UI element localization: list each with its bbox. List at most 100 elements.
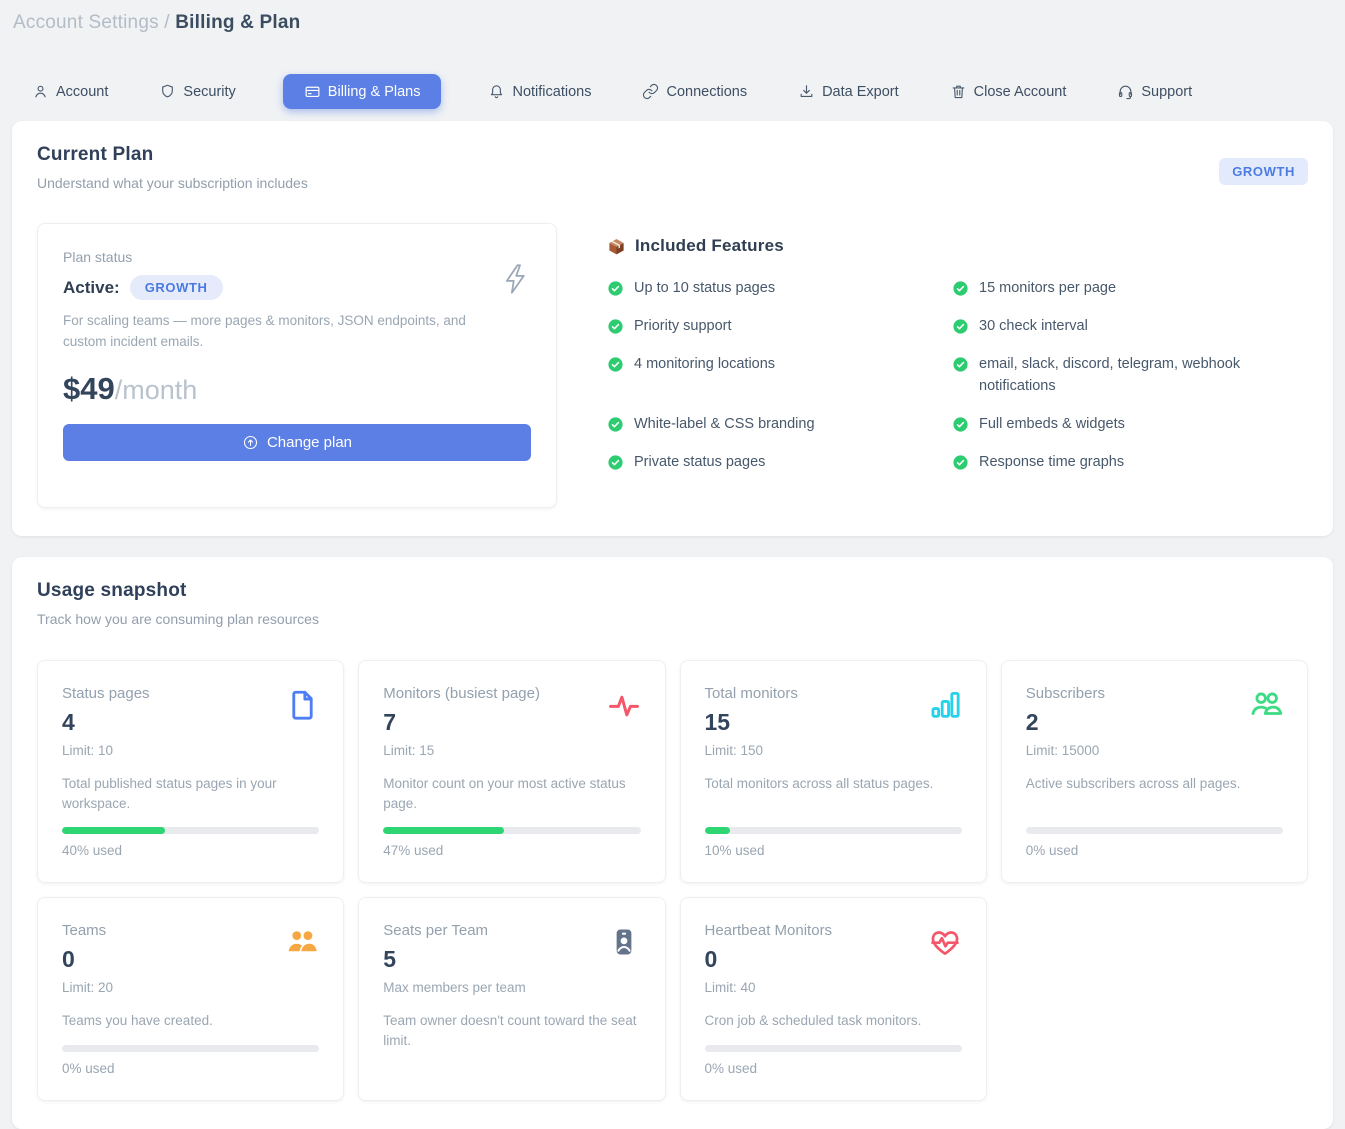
feature-item: Response time graphs: [952, 451, 1252, 473]
usage-card-title: Teams: [62, 922, 113, 939]
usage-percent-label: 0% used: [705, 1061, 962, 1076]
check-icon: [607, 454, 624, 471]
plan-price: $49/month: [63, 371, 531, 407]
usage-card-total-monitors: Total monitors 15 Limit: 150 Total monit…: [680, 660, 987, 883]
current-plan-subtitle: Understand what your subscription includ…: [37, 175, 308, 191]
link-icon: [642, 83, 659, 100]
usage-card-description: Active subscribers across all pages.: [1026, 774, 1283, 794]
usage-percent-label: 10% used: [705, 843, 962, 858]
tab-notifications[interactable]: Notifications: [488, 83, 591, 100]
trash-icon: [950, 83, 967, 100]
usage-card-title: Subscribers: [1026, 685, 1105, 702]
usage-card-limit: Limit: 40: [705, 980, 833, 995]
activity-icon: [607, 688, 641, 722]
usage-card-seats-per-team: Seats per Team 5 Max members per team Te…: [358, 897, 665, 1101]
usage-card-limit: Limit: 15: [383, 743, 540, 758]
usage-progress-bar: [1026, 827, 1283, 834]
feature-item: email, slack, discord, telegram, webhook…: [952, 353, 1252, 397]
bar-chart-icon: [928, 688, 962, 722]
users-icon: [1249, 688, 1283, 722]
tab-account[interactable]: Account: [32, 83, 108, 100]
tab-label: Security: [183, 84, 235, 100]
change-plan-button[interactable]: Change plan: [63, 424, 531, 461]
usage-progress-bar: [705, 1045, 962, 1052]
tab-label: Billing & Plans: [328, 84, 421, 100]
tab-label: Data Export: [822, 84, 899, 100]
usage-card-value: 7: [383, 709, 540, 736]
check-icon: [952, 280, 969, 297]
usage-card-description: Monitor count on your most active status…: [383, 774, 640, 813]
package-icon: [607, 237, 626, 256]
change-plan-label: Change plan: [267, 434, 352, 451]
included-features: Included Features Up to 10 status pages …: [607, 223, 1308, 508]
usage-card-limit: Limit: 15000: [1026, 743, 1105, 758]
usage-card-subscribers: Subscribers 2 Limit: 15000 Active subscr…: [1001, 660, 1308, 883]
usage-card-value: 2: [1026, 709, 1105, 736]
user-icon: [32, 83, 49, 100]
usage-card-description: Total monitors across all status pages.: [705, 774, 962, 794]
headset-icon: [1117, 83, 1134, 100]
usage-progress-bar: [383, 827, 640, 834]
usage-card-value: 0: [62, 946, 113, 973]
price-amount: $49: [63, 371, 115, 406]
usage-percent-label: 47% used: [383, 843, 640, 858]
shield-icon: [159, 83, 176, 100]
usage-card-title: Heartbeat Monitors: [705, 922, 833, 939]
feature-item: Up to 10 status pages: [607, 277, 907, 299]
empty-grid-cell: [1001, 897, 1308, 1101]
usage-card-description: Cron job & scheduled task monitors.: [705, 1011, 962, 1031]
tab-data-export[interactable]: Data Export: [798, 83, 899, 100]
breadcrumb: Account Settings / Billing & Plan: [0, 0, 1345, 34]
download-icon: [798, 83, 815, 100]
usage-card-status-pages: Status pages 4 Limit: 10 Total published…: [37, 660, 344, 883]
usage-card-description: Team owner doesn't count toward the seat…: [383, 1011, 640, 1050]
tab-connections[interactable]: Connections: [642, 83, 747, 100]
usage-card-teams: Teams 0 Limit: 20 Teams you have created…: [37, 897, 344, 1101]
current-plan-title: Current Plan: [37, 144, 308, 166]
lightning-icon: [500, 262, 530, 296]
plan-status-value: Active:: [63, 278, 120, 298]
usage-card-title: Status pages: [62, 685, 150, 702]
usage-percent-label: 40% used: [62, 843, 319, 858]
usage-card-limit: Limit: 10: [62, 743, 150, 758]
feature-item: Private status pages: [607, 451, 907, 473]
current-plan-panel: Current Plan Understand what your subscr…: [12, 121, 1333, 536]
arrow-up-circle-icon: [242, 434, 259, 451]
plan-badge: GROWTH: [1219, 158, 1308, 185]
tab-support[interactable]: Support: [1117, 83, 1192, 100]
tab-billing-plans[interactable]: Billing & Plans: [283, 74, 442, 109]
settings-tabs: Account Security Billing & Plans Notific…: [32, 74, 1345, 109]
id-badge-icon: [607, 925, 641, 959]
check-icon: [607, 356, 624, 373]
usage-card-heartbeat-monitors: Heartbeat Monitors 0 Limit: 40 Cron job …: [680, 897, 987, 1101]
feature-item: 30 check interval: [952, 315, 1252, 337]
usage-card-value: 4: [62, 709, 150, 736]
breadcrumb-section[interactable]: Account Settings /: [13, 12, 170, 33]
usage-percent-label: 0% used: [1026, 843, 1283, 858]
usage-percent-label: 0% used: [62, 1061, 319, 1076]
price-period: /month: [115, 375, 198, 405]
usage-card-title: Monitors (busiest page): [383, 685, 540, 702]
check-icon: [607, 416, 624, 433]
tab-close-account[interactable]: Close Account: [950, 83, 1067, 100]
usage-progress-bar: [62, 827, 319, 834]
tab-label: Connections: [666, 84, 747, 100]
usage-card-value: 0: [705, 946, 833, 973]
feature-item: White-label & CSS branding: [607, 413, 907, 435]
plan-status-card: Plan status Active: GROWTH For scaling t…: [37, 223, 557, 508]
feature-item: Full embeds & widgets: [952, 413, 1252, 435]
usage-card-limit: Limit: 20: [62, 980, 113, 995]
check-icon: [952, 416, 969, 433]
check-icon: [952, 356, 969, 373]
tab-security[interactable]: Security: [159, 83, 235, 100]
check-icon: [952, 318, 969, 335]
feature-item: 15 monitors per page: [952, 277, 1252, 299]
credit-card-icon: [304, 83, 321, 100]
usage-subtitle: Track how you are consuming plan resourc…: [37, 611, 1308, 627]
check-icon: [952, 454, 969, 471]
usage-card-description: Teams you have created.: [62, 1011, 319, 1031]
usage-progress-bar: [62, 1045, 319, 1052]
usage-card-monitors-busiest: Monitors (busiest page) 7 Limit: 15 Moni…: [358, 660, 665, 883]
plan-description: For scaling teams — more pages & monitor…: [63, 311, 473, 353]
tab-label: Notifications: [512, 84, 591, 100]
